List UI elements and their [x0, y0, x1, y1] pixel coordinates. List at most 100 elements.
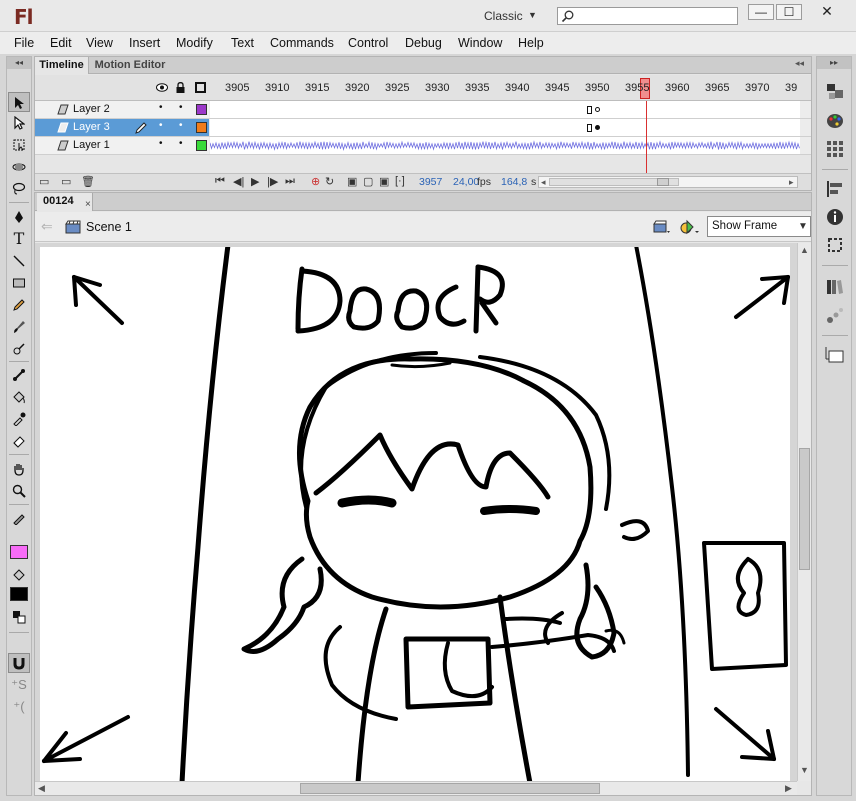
step-forward-icon[interactable]: |▶ [267, 175, 278, 188]
smooth-icon[interactable]: ⁺S [8, 675, 30, 695]
outline-icon[interactable] [195, 82, 206, 93]
library-icon[interactable] [825, 81, 845, 101]
transform-icon[interactable] [825, 235, 845, 255]
minimize-button[interactable]: — [748, 4, 774, 20]
fill-bucket-icon[interactable] [8, 565, 30, 585]
color-palette-icon[interactable] [825, 111, 845, 131]
lock-dot[interactable]: • [179, 138, 183, 149]
brush-tool-icon[interactable] [8, 317, 30, 337]
visibility-dot[interactable]: • [159, 102, 163, 113]
menu-file[interactable]: File [14, 36, 34, 50]
collapse-timeline-icon[interactable]: ◂◂ [795, 58, 804, 69]
scroll-right-icon[interactable]: ▶ [785, 783, 792, 794]
collapse-tools-icon[interactable]: ◂◂ [7, 57, 31, 69]
hand-tool-icon[interactable] [8, 459, 30, 479]
document-tab[interactable]: 00124 × [37, 193, 93, 211]
audio-waveform[interactable] [210, 137, 800, 154]
zoom-select[interactable]: Show Frame ▼ [707, 216, 811, 237]
stage[interactable] [40, 243, 790, 781]
line-tool-icon[interactable] [8, 251, 30, 271]
menu-insert[interactable]: Insert [129, 36, 160, 50]
onion-skin-icon[interactable]: ▣ [347, 175, 357, 188]
scroll-thumb[interactable] [799, 448, 810, 570]
keyframe[interactable] [587, 124, 592, 132]
loop-icon[interactable]: ↻ [325, 175, 334, 188]
stage-horizontal-scrollbar[interactable]: ◀ ▶ [35, 781, 797, 795]
scroll-left-icon[interactable]: ◂ [541, 177, 546, 188]
lock-dot[interactable]: • [179, 120, 183, 131]
layer-outline-color[interactable] [196, 122, 207, 133]
keyframe-filled[interactable] [595, 125, 600, 130]
edit-symbols-icon[interactable] [680, 219, 700, 235]
eye-icon[interactable] [156, 83, 168, 92]
stroke-color-swatch[interactable] [10, 545, 28, 559]
expand-panels-icon[interactable]: ▸▸ [817, 57, 851, 69]
new-folder-icon[interactable]: ▭ [61, 175, 71, 188]
bone-tool-icon[interactable] [8, 365, 30, 385]
first-frame-icon[interactable]: ⏮ [215, 175, 225, 188]
menu-text[interactable]: Text [231, 36, 254, 50]
menu-edit[interactable]: Edit [50, 36, 72, 50]
swatches-icon[interactable] [825, 139, 845, 159]
eraser-tool-icon[interactable] [8, 431, 30, 451]
new-layer-icon[interactable]: ▭ [39, 175, 49, 188]
step-back-icon[interactable]: ◀| [233, 175, 244, 188]
menu-commands[interactable]: Commands [270, 36, 334, 50]
layer-row-layer-2[interactable]: Layer 2 • • [35, 101, 811, 119]
scroll-left-icon[interactable]: ◀ [38, 783, 45, 794]
lock-icon[interactable] [176, 82, 185, 93]
menu-view[interactable]: View [86, 36, 113, 50]
selection-tool-icon[interactable] [8, 92, 30, 112]
menu-control[interactable]: Control [348, 36, 388, 50]
layer-frames[interactable] [210, 119, 800, 136]
back-arrow-icon[interactable]: ⇐ [41, 218, 53, 235]
frame-rate-value[interactable]: 24,00 [453, 176, 479, 188]
pasteboard[interactable] [35, 243, 797, 781]
last-frame-icon[interactable]: ⏭ [285, 175, 295, 188]
scroll-up-icon[interactable]: ▲ [800, 245, 809, 255]
layer-row-layer-1[interactable]: Layer 1 • • [35, 137, 811, 155]
stroke-color-icon[interactable] [8, 508, 30, 528]
stage-vertical-scrollbar[interactable]: ▲ ▼ [797, 243, 811, 781]
menu-window[interactable]: Window [458, 36, 502, 50]
edit-multiple-icon[interactable]: ▣ [379, 175, 389, 188]
current-frame-value[interactable]: 3957 [419, 176, 442, 188]
onion-outline-icon[interactable]: ▢ [363, 175, 373, 188]
trash-icon[interactable]: 🗑 [81, 175, 95, 188]
chevron-down-icon[interactable]: ▼ [528, 10, 537, 20]
layer-outline-color[interactable] [196, 140, 207, 151]
search-input[interactable] [557, 7, 738, 25]
zoom-tool-icon[interactable] [8, 481, 30, 501]
center-frame-icon[interactable]: ⊕ [311, 175, 320, 188]
project-icon[interactable] [825, 345, 845, 365]
align-icon[interactable] [825, 179, 845, 199]
visibility-dot[interactable]: • [159, 138, 163, 149]
play-icon[interactable]: ▶ [251, 175, 259, 188]
keyframe[interactable] [587, 106, 592, 114]
scroll-thumb[interactable] [300, 783, 600, 794]
3d-rotation-tool-icon[interactable] [8, 157, 30, 177]
fill-color-swatch[interactable] [10, 587, 28, 601]
scroll-down-icon[interactable]: ▼ [800, 765, 809, 775]
info-icon[interactable] [825, 207, 845, 227]
workspace-switcher[interactable]: Classic [484, 9, 523, 23]
pen-tool-icon[interactable] [8, 207, 30, 227]
layer-outline-color[interactable] [196, 104, 207, 115]
lasso-tool-icon[interactable] [8, 179, 30, 199]
layer-frames[interactable] [210, 101, 800, 118]
deco-tool-icon[interactable] [8, 339, 30, 359]
blank-keyframe[interactable] [595, 107, 600, 112]
modify-markers-icon[interactable]: [·] [395, 175, 405, 187]
close-tab-icon[interactable]: × [85, 196, 91, 213]
layer-name[interactable]: Layer 3 [73, 121, 110, 133]
free-transform-tool-icon[interactable] [8, 135, 30, 155]
snap-magnet-icon[interactable] [8, 653, 30, 673]
rectangle-tool-icon[interactable] [8, 273, 30, 293]
close-button[interactable]: ✕ [812, 4, 842, 20]
paint-bucket-tool-icon[interactable] [8, 387, 30, 407]
swap-colors-icon[interactable] [8, 607, 30, 627]
layer-row-layer-3[interactable]: Layer 3 • • [35, 119, 811, 137]
layer-name[interactable]: Layer 1 [73, 139, 110, 151]
drawing-canvas[interactable] [40, 243, 790, 781]
timeline-hscroll[interactable]: ◂ ▸ [538, 176, 798, 188]
